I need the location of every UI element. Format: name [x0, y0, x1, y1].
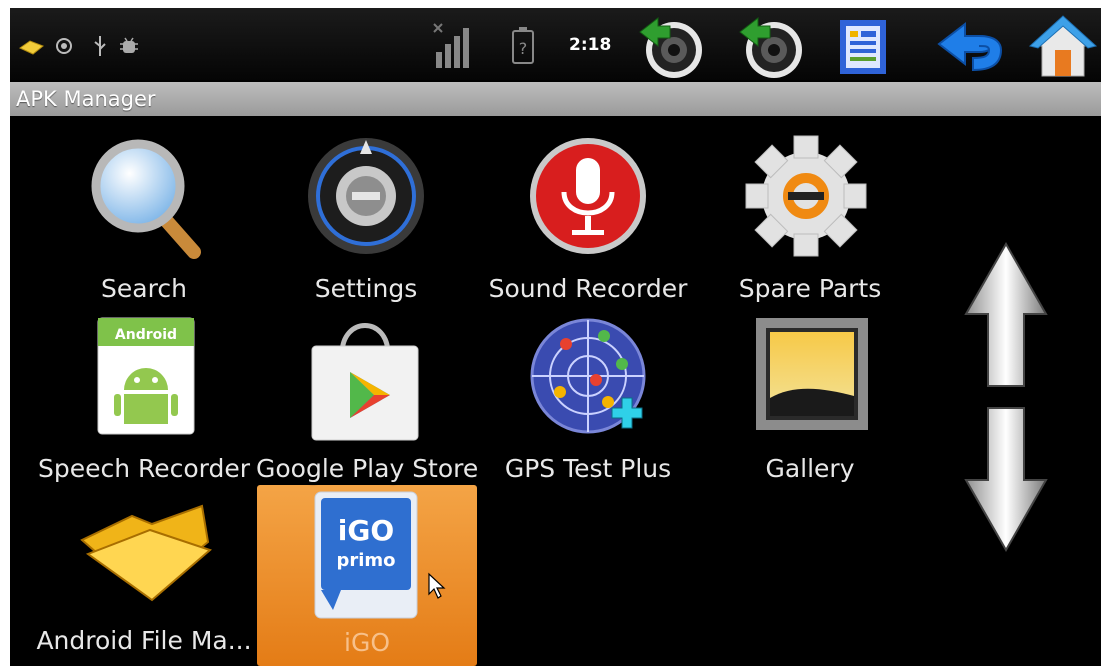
volume-down-icon[interactable] — [636, 14, 708, 80]
android-robot-icon: Android — [97, 317, 195, 435]
debug-icon — [120, 37, 138, 53]
mouse-cursor-icon — [428, 572, 446, 599]
app-settings[interactable]: Settings — [256, 134, 476, 308]
keyboard-icon — [19, 40, 44, 55]
usb-icon — [94, 36, 106, 56]
app-search[interactable]: Search — [34, 134, 254, 308]
microphone-icon — [530, 138, 646, 254]
signal-icon — [433, 23, 469, 68]
svg-text:?: ? — [519, 39, 528, 58]
home-icon[interactable] — [1028, 12, 1098, 80]
gallery-icon — [756, 318, 868, 430]
settings-icon — [308, 138, 424, 254]
app-label: iGO — [344, 628, 390, 657]
svg-text:primo: primo — [336, 550, 395, 571]
clock: 2:18 — [569, 35, 612, 55]
app-igo[interactable]: iGO primo iGO — [257, 488, 477, 666]
app-label: Spare Parts — [738, 274, 882, 303]
app-gallery[interactable]: Gallery — [700, 314, 920, 488]
svg-text:iGO: iGO — [338, 514, 394, 547]
folder-icon — [80, 504, 212, 602]
gps-radar-icon — [530, 318, 646, 434]
app-label: Settings — [314, 274, 418, 303]
app-label: Search — [101, 274, 187, 303]
window-title: APK Manager — [10, 82, 1101, 116]
app-label: GPS Test Plus — [504, 454, 672, 483]
status-bar: ? 2:18 — [10, 8, 1101, 80]
play-store-icon — [311, 323, 419, 441]
app-label: Gallery — [765, 454, 855, 483]
svg-text:Android: Android — [115, 327, 177, 343]
volume-up-icon[interactable] — [736, 14, 808, 80]
app-android-file-manager[interactable]: Android File Ma... — [34, 492, 254, 666]
app-speech-recorder[interactable]: Android Speech Recorder — [34, 314, 254, 488]
app-label: Google Play Store — [256, 454, 479, 483]
app-label: Android File Ma... — [36, 626, 252, 655]
scroll-down-arrow-icon[interactable] — [958, 404, 1054, 554]
back-icon[interactable] — [935, 20, 1007, 76]
app-gps-test-plus[interactable]: GPS Test Plus — [478, 314, 698, 488]
battery-unknown-icon: ? — [512, 27, 534, 64]
app-label: Sound Recorder — [488, 274, 688, 303]
android-screen: ? 2:18 APK Manager Search Settings Sound… — [10, 8, 1101, 666]
sync-icon — [56, 38, 72, 54]
magnifier-icon — [91, 139, 201, 259]
app-sound-recorder[interactable]: Sound Recorder — [478, 134, 698, 308]
scroll-up-arrow-icon[interactable] — [958, 240, 1054, 390]
app-google-play-store[interactable]: Google Play Store — [256, 314, 479, 488]
app-label: Speech Recorder — [37, 454, 251, 483]
recent-apps-icon[interactable] — [836, 16, 894, 78]
igo-icon: iGO primo — [314, 491, 418, 619]
gear-icon — [745, 135, 867, 257]
app-spare-parts[interactable]: Spare Parts — [700, 134, 920, 308]
